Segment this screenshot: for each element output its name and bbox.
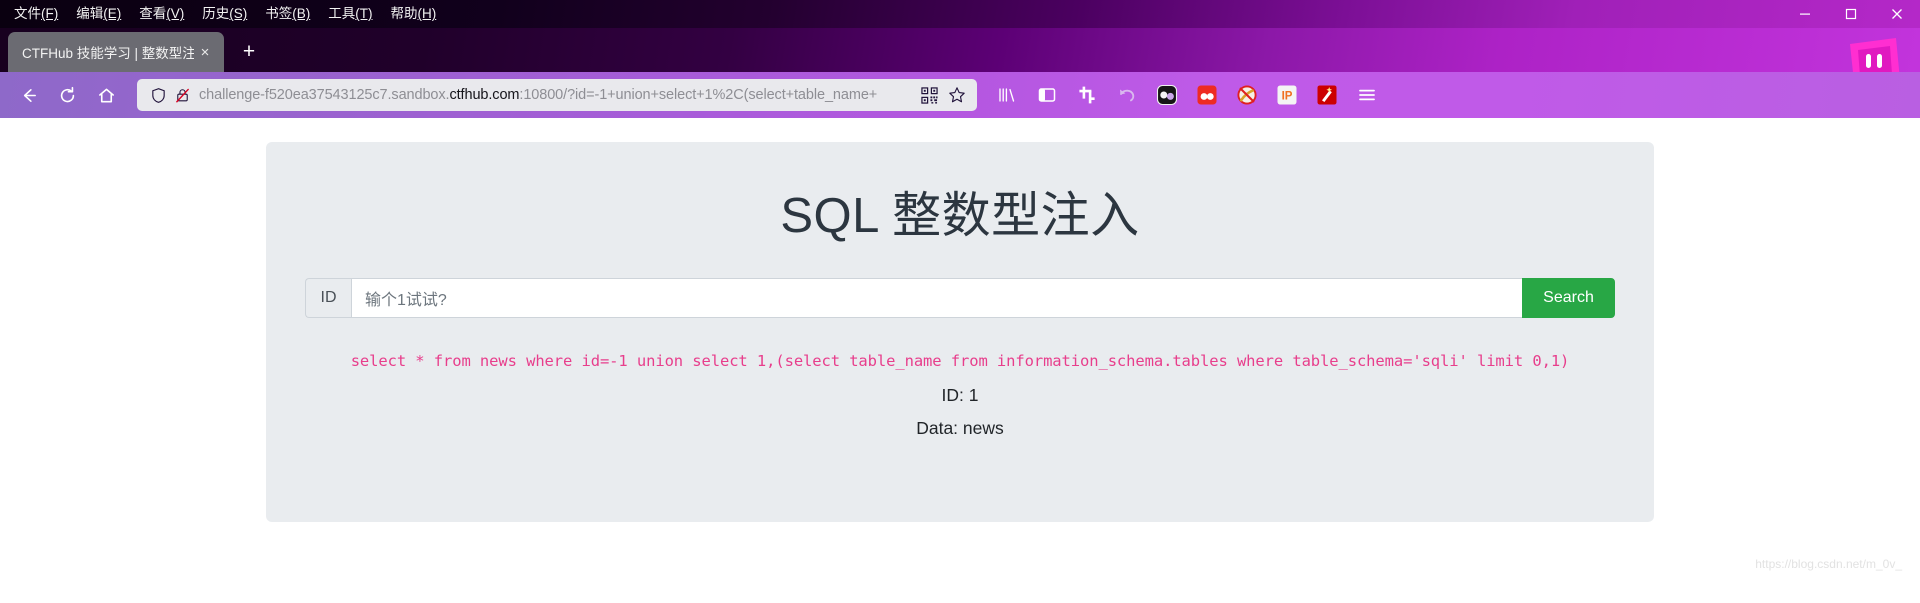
close-icon[interactable]: × — [194, 41, 216, 63]
red-extension-icon[interactable] — [1187, 78, 1227, 112]
menu-label-tools: 工具 — [328, 6, 356, 22]
undo-arrow-icon[interactable] — [1107, 78, 1147, 112]
ip-badge-icon[interactable]: IP — [1267, 78, 1307, 112]
tabstrip-background — [0, 28, 1920, 72]
menu-label-history: 历史 — [202, 6, 230, 22]
tab-strip: CTFHub 技能学习 | 整数型注入 × + — [0, 28, 1920, 72]
menu-bar: 文件(F) 编辑(E) 查看(V) 历史(S) 书签(B) 工具(T) 帮助(H… — [0, 0, 444, 28]
lock-crossed-icon[interactable] — [170, 83, 194, 107]
menu-accel-tools: (T) — [355, 6, 373, 22]
url-text[interactable]: challenge-f520ea37543125c7.sandbox.ctfhu… — [194, 87, 915, 103]
jumbotron-panel: SQL 整数型注入 ID 输个1试试? Search select * from… — [266, 142, 1654, 522]
browser-tab-active[interactable]: CTFHub 技能学习 | 整数型注入 × — [8, 32, 224, 72]
menu-label-edit: 编辑 — [76, 6, 104, 22]
menu-label-view: 查看 — [139, 6, 167, 22]
menu-accel-file: (F) — [41, 6, 59, 22]
menu-label-file: 文件 — [14, 6, 41, 22]
id-search-input[interactable]: 输个1试试? — [351, 277, 1522, 318]
address-bar-actions — [915, 82, 971, 108]
menu-item-file[interactable]: 文件(F) — [6, 3, 66, 25]
address-bar[interactable]: challenge-f520ea37543125c7.sandbox.ctfhu… — [137, 79, 977, 111]
menu-accel-bookmarks: (B) — [292, 6, 311, 22]
brand-logo — [1842, 34, 1904, 72]
nav-buttons-left — [10, 78, 127, 112]
menu-label-help: 帮助 — [390, 6, 418, 22]
page-viewport: SQL 整数型注入 ID 输个1试试? Search select * from… — [0, 118, 1920, 581]
menu-accel-edit: (E) — [103, 6, 122, 22]
menu-item-bookmarks[interactable]: 书签(B) — [257, 3, 318, 25]
watermark-text: https://blog.csdn.net/m_0v_ — [1755, 557, 1902, 571]
reload-icon[interactable] — [49, 78, 85, 112]
tab-title: CTFHub 技能学习 | 整数型注入 — [22, 46, 194, 61]
browser-titlebar: 文件(F) 编辑(E) 查看(V) 历史(S) 书签(B) 工具(T) 帮助(H… — [0, 0, 1920, 28]
url-prefix: challenge-f520ea37543125c7.sandbox. — [199, 87, 450, 103]
close-button[interactable] — [1874, 0, 1920, 28]
library-icon[interactable] — [987, 78, 1027, 112]
menu-item-tools[interactable]: 工具(T) — [320, 3, 380, 25]
menu-item-edit[interactable]: 编辑(E) — [68, 3, 129, 25]
back-arrow-icon[interactable] — [10, 78, 46, 112]
qr-code-icon[interactable] — [915, 82, 943, 108]
result-id-line: ID: 1 — [941, 384, 979, 405]
magic-wand-icon[interactable] — [1307, 78, 1347, 112]
window-controls — [1782, 0, 1920, 28]
minimize-button[interactable] — [1782, 0, 1828, 28]
star-icon[interactable] — [943, 82, 971, 108]
menu-item-view[interactable]: 查看(V) — [131, 3, 192, 25]
dark-reader-icon[interactable] — [1147, 78, 1187, 112]
new-tab-button[interactable]: + — [232, 35, 266, 69]
menu-item-help[interactable]: 帮助(H) — [383, 3, 445, 25]
url-host: ctfhub.com — [449, 87, 520, 103]
menu-accel-help: (H) — [417, 6, 437, 22]
result-data-line: Data: news — [916, 418, 1004, 439]
tabs-area: CTFHub 技能学习 | 整数型注入 × + — [0, 28, 266, 72]
sidebar-icon[interactable] — [1027, 78, 1067, 112]
id-search-form: ID 输个1试试? Search — [305, 277, 1615, 318]
svg-text:IP: IP — [1282, 90, 1293, 102]
search-button[interactable]: Search — [1522, 277, 1615, 318]
menu-label-bookmarks: 书签 — [265, 6, 293, 22]
menu-item-history[interactable]: 历史(S) — [194, 3, 255, 25]
maximize-button[interactable] — [1828, 0, 1874, 28]
extensions-toolbar: IP — [987, 78, 1387, 112]
menu-accel-view: (V) — [166, 6, 185, 22]
url-suffix: :10800/?id=-1+union+select+1%2C(select+t… — [519, 87, 878, 103]
hamburger-menu-icon[interactable] — [1347, 78, 1387, 112]
sql-query-output: select * from news where id=-1 union sel… — [350, 351, 1570, 370]
page-title: SQL 整数型注入 — [780, 189, 1140, 243]
adblock-icon[interactable] — [1227, 78, 1267, 112]
id-input-addon: ID — [305, 277, 351, 318]
crop-icon[interactable] — [1067, 78, 1107, 112]
shield-icon[interactable] — [146, 83, 170, 107]
menu-accel-history: (S) — [229, 6, 248, 22]
navigation-toolbar: challenge-f520ea37543125c7.sandbox.ctfhu… — [0, 72, 1920, 118]
home-icon[interactable] — [88, 78, 124, 112]
